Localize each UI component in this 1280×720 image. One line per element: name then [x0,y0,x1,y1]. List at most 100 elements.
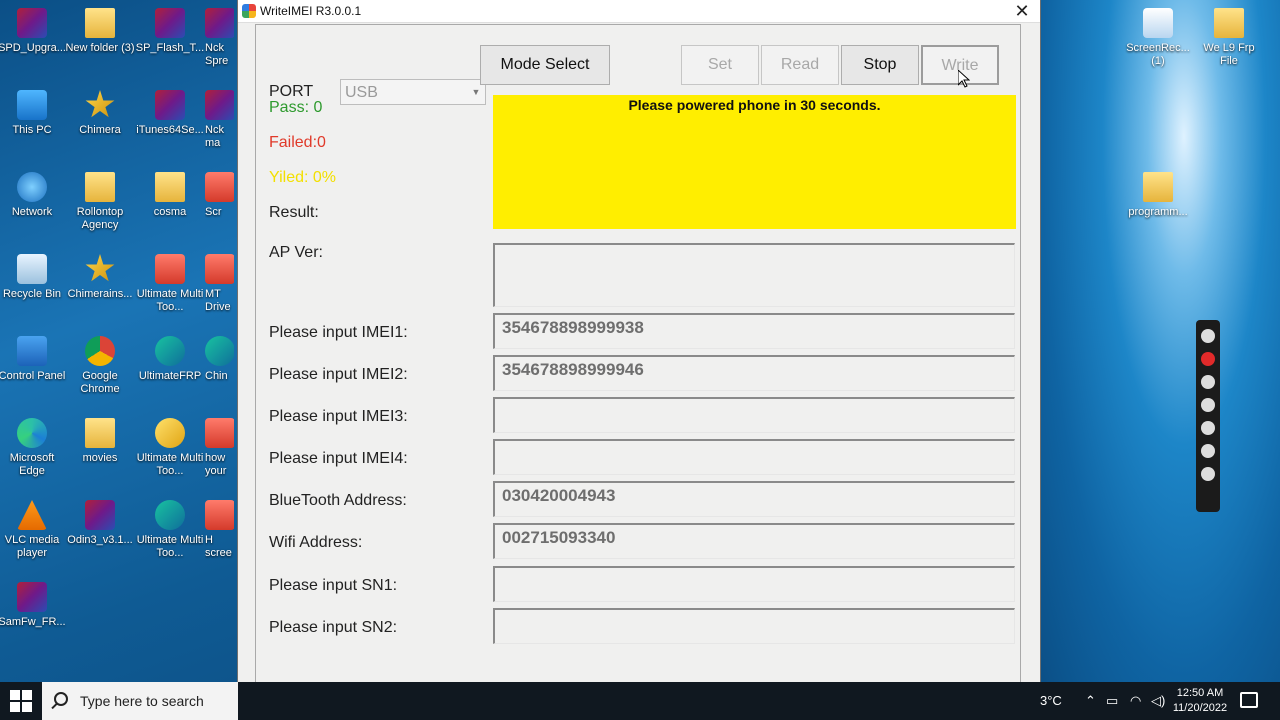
wifi-icon[interactable]: ◠ [1130,693,1141,709]
app-icon [205,500,234,530]
app-icon [205,172,234,202]
set-button[interactable]: Set [681,45,759,85]
port-select[interactable]: USB ▼ [340,79,486,105]
close-button[interactable]: ✕ [1010,1,1034,22]
chevron-down-icon[interactable]: ▼ [470,86,482,98]
rar-icon [205,90,234,120]
stop-button[interactable]: Stop [841,45,919,85]
title-bar[interactable]: WriteIMEI R3.0.0.1 ✕ [238,0,1040,23]
desktop-icon[interactable]: SPD_Upgra... [0,8,67,55]
desktop-icon[interactable]: Scr [205,172,234,219]
desktop-icon-label: VLC media player [4,534,60,559]
pc-icon [17,90,47,120]
desktop-icon[interactable]: Rollontop Agency [65,172,135,232]
taskbar: Type here to search 3°C ⌃ ▭ ◠ ◁) 12:50 A… [0,682,1280,720]
taskbar-search-box[interactable]: Type here to search [42,682,238,720]
desktop-icon-label: Microsoft Edge [9,452,55,477]
folder-icon [85,418,115,448]
sn2-input[interactable] [493,608,1015,644]
desktop-icon[interactable]: movies [65,418,135,465]
desktop-icon[interactable]: H scree [205,500,234,560]
wifi-input[interactable]: 002715093340 [493,523,1015,559]
desktop-icon-label: Control Panel [0,370,66,382]
app-icon [242,4,256,18]
chrome-icon [85,336,115,366]
desktop-icon-label: SP_Flash_T... [135,42,205,54]
desktop-icon-label: Chimera [79,124,121,136]
desktop-icon-label: Scr [205,206,222,218]
folder-icon [85,8,115,38]
camera-icon[interactable] [1201,329,1215,343]
gear-icon[interactable] [1201,467,1215,481]
desktop-icon-label: Ultimate Multi Too... [136,534,204,559]
desktop-icon[interactable]: MT Drive [205,254,234,314]
desktop-icon-label: Recycle Bin [2,288,62,300]
desktop-icon[interactable]: programm... [1123,172,1193,219]
desktop-icon[interactable]: Nck ma [205,90,234,150]
desktop-icon[interactable]: Ultimate Multi Too... [135,254,205,314]
frp-icon [155,336,185,366]
folder-icon [1143,172,1173,202]
desktop-icon[interactable]: SamFw_FR... [0,582,67,629]
desktop-icon[interactable]: We L9 Frp File [1194,8,1264,68]
desktop-icon[interactable]: Recycle Bin [0,254,67,301]
desktop-icon[interactable]: Chin [205,336,234,383]
imei3-input[interactable] [493,397,1015,433]
app-icon [155,254,185,284]
ap-ver-field[interactable] [493,243,1015,307]
desktop-icon[interactable]: Control Panel [0,336,67,383]
desktop-icon[interactable]: This PC [0,90,67,137]
rar-icon [17,8,47,38]
desktop-icon[interactable]: Ultimate Multi Too... [135,418,205,478]
weather-temp[interactable]: 3°C [1040,693,1062,708]
failed-count: Failed:0 [269,134,326,151]
desktop-icon[interactable]: Microsoft Edge [0,418,67,478]
ap-ver-label: AP Ver: [269,244,323,261]
desktop-icon[interactable]: Chimerains... [65,254,135,301]
windows-start-icon[interactable] [10,690,32,712]
app-icon [205,254,234,284]
desktop-icon[interactable]: how your [205,418,234,478]
desktop-icon[interactable]: SP_Flash_T... [135,8,205,55]
volume-icon[interactable]: ◁) [1151,693,1165,709]
desktop-icon[interactable]: iTunes64Se... [135,90,205,137]
notification-icon[interactable] [1240,692,1258,708]
desktop-icon[interactable]: Chimera [65,90,135,137]
desktop-icon[interactable]: ScreenRec... (1) [1123,8,1193,68]
record-icon[interactable] [1201,352,1215,366]
webcam-icon[interactable] [1201,421,1215,435]
imei2-input[interactable]: 354678898999946 [493,355,1015,391]
search-placeholder: Type here to search [80,693,204,709]
desktop-icon[interactable]: Google Chrome [65,336,135,396]
app-icon [205,418,234,448]
desktop-icon-label: movies [82,452,118,464]
desktop-icon[interactable]: VLC media player [0,500,67,560]
sn1-input[interactable] [493,566,1015,602]
bluetooth-input[interactable]: 030420004943 [493,481,1015,517]
star-icon [85,90,115,118]
imei4-input[interactable] [493,439,1015,475]
desktop-icon-label: Odin3_v3.1... [67,534,133,546]
desktop-icon[interactable]: New folder (3) [65,8,135,55]
desktop-icon[interactable]: cosma [135,172,205,219]
imei1-input[interactable]: 354678898999938 [493,313,1015,349]
desktop-icon[interactable]: Nck Spre [205,8,234,68]
desktop-icon[interactable]: Odin3_v3.1... [65,500,135,547]
mode-select-button[interactable]: Mode Select [480,45,610,85]
read-button[interactable]: Read [761,45,839,85]
desktop-icon[interactable]: UltimateFRP [135,336,205,383]
chevron-up-icon[interactable]: ⌃ [1085,693,1096,709]
rar-icon [155,90,185,120]
net-icon [17,172,47,202]
battery-icon[interactable]: ▭ [1106,693,1118,709]
desktop-icon[interactable]: Ultimate Multi Too... [135,500,205,560]
desktop-icon[interactable]: Network [0,172,67,219]
imei2-label: Please input IMEI2: [269,366,408,383]
speaker-icon[interactable] [1201,398,1215,412]
microphone-icon[interactable] [1201,375,1215,389]
screen-recorder-toolbar[interactable] [1196,320,1220,512]
taskbar-clock[interactable]: 12:50 AM 11/20/2022 [1170,686,1230,716]
window-icon[interactable] [1201,444,1215,458]
wifi-label: Wifi Address: [269,534,363,551]
mouse-cursor-icon [958,70,970,88]
